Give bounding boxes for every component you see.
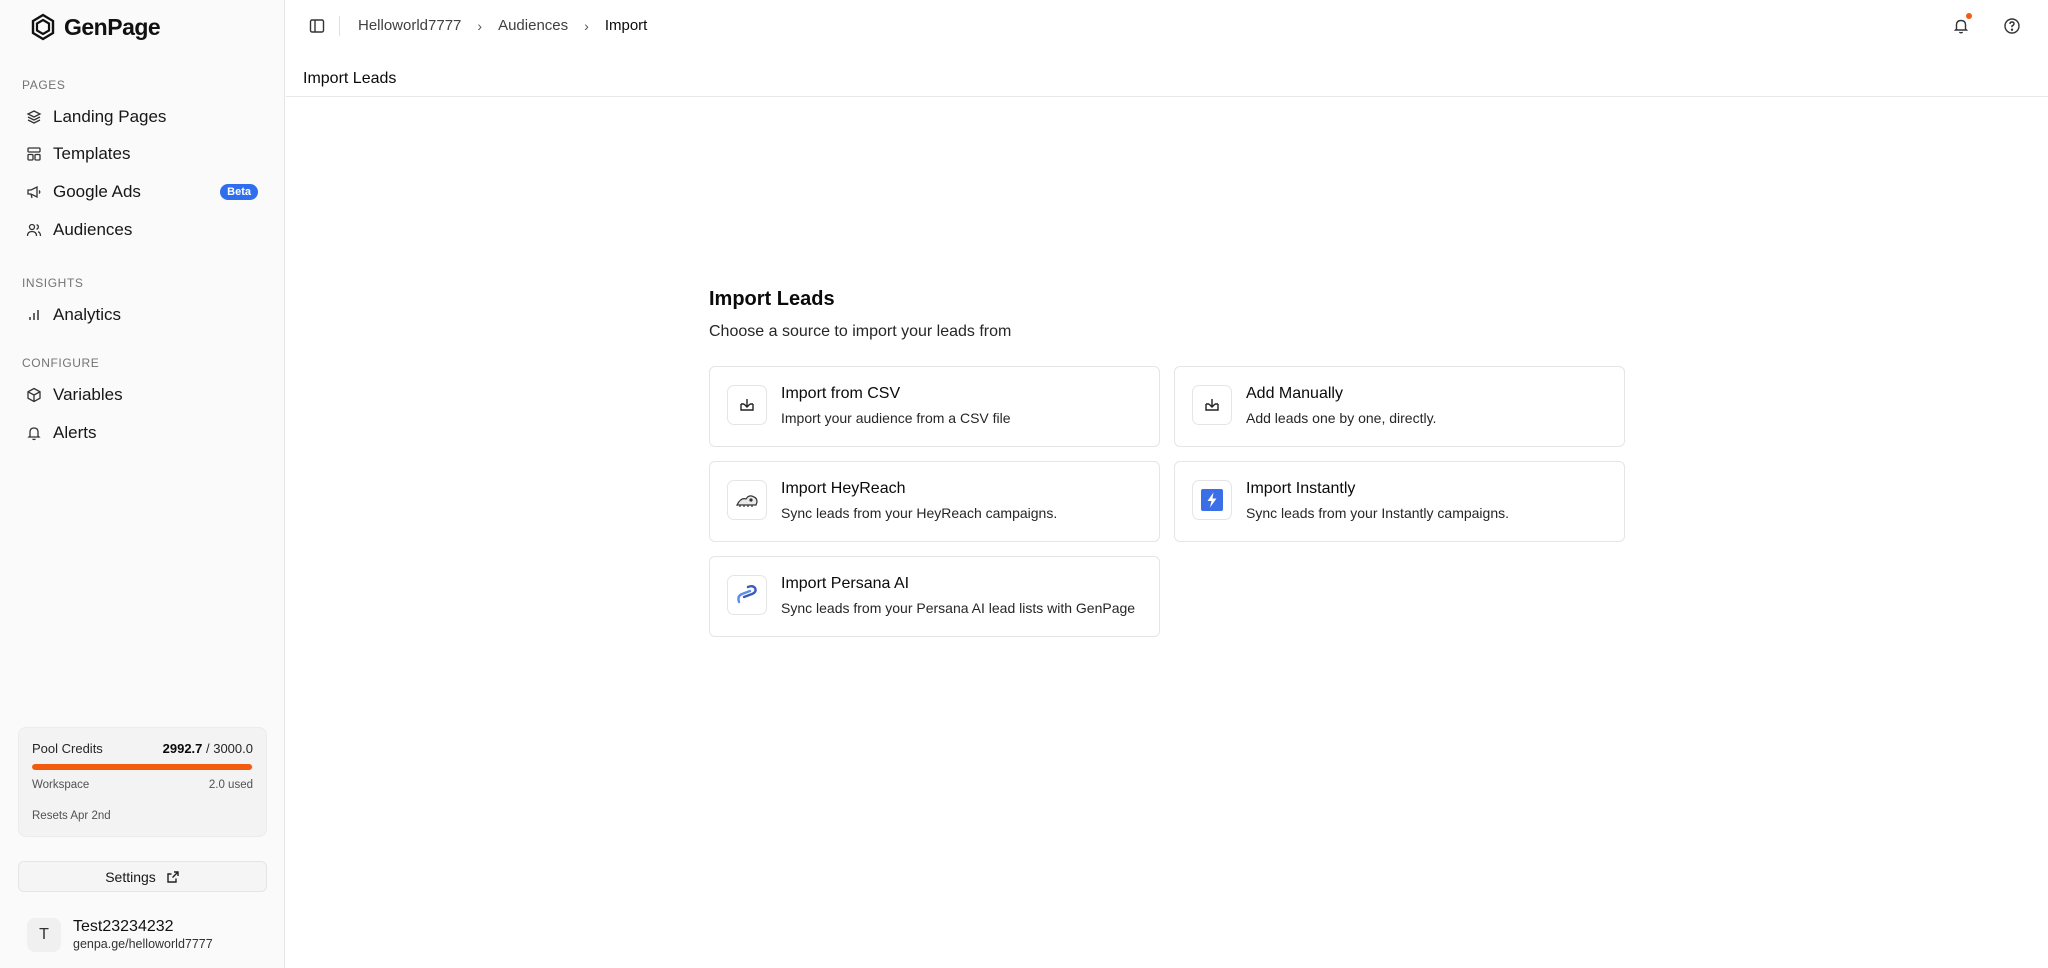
import-persana-card[interactable]: Import Persana AI Sync leads from your P… — [709, 556, 1160, 637]
workspace-used: 2.0 used — [208, 779, 253, 791]
settings-button[interactable]: Settings — [18, 861, 267, 892]
avatar: T — [27, 918, 61, 952]
sidebar-item-templates[interactable]: Templates — [14, 137, 272, 171]
top-bar: Helloworld7777 › Audiences › Import — [286, 0, 2048, 53]
sidebar-item-analytics[interactable]: Analytics — [14, 298, 272, 332]
page-header: Import Leads — [286, 53, 2048, 97]
section-heading: Import Leads — [709, 288, 835, 310]
section-label-pages: PAGES — [22, 78, 66, 92]
settings-button-label: Settings — [105, 868, 156, 885]
import-leads-panel: Import Leads Choose a source to import y… — [709, 288, 1625, 637]
app-logo[interactable]: GenPage — [28, 12, 161, 42]
card-title: Import from CSV — [781, 385, 901, 402]
card-description: Sync leads from your Persana AI lead lis… — [781, 600, 1136, 616]
sidebar-item-alerts[interactable]: Alerts — [14, 416, 272, 450]
sidebar-item-landing-pages[interactable]: Landing Pages — [14, 100, 272, 134]
user-name: Test23234232 — [73, 918, 174, 935]
app-name: GenPage — [64, 13, 161, 40]
pool-credits-value: 2992.7 / 3000.0 — [163, 741, 253, 756]
sidebar-item-label: Templates — [53, 144, 131, 163]
section-label-insights: INSIGHTS — [22, 276, 84, 290]
user-profile[interactable]: T Test23234232 genpa.ge/helloworld7777 — [27, 918, 213, 952]
credits-card: Pool Credits 2992.7 / 3000.0 Workspace 2… — [18, 727, 267, 837]
card-title: Add Manually — [1246, 385, 1343, 402]
toolbar-divider — [339, 16, 340, 36]
breadcrumb-audiences[interactable]: Audiences — [498, 17, 568, 34]
sidebar-item-audiences[interactable]: Audiences — [14, 213, 272, 247]
notifications-bell-icon[interactable] — [1952, 17, 1970, 35]
sidebar-item-google-ads[interactable]: Google Ads Beta — [14, 175, 272, 209]
bar-chart-icon — [26, 307, 42, 323]
card-description: Import your audience from a CSV file — [781, 410, 1011, 426]
card-title: Import Persana AI — [781, 575, 910, 592]
credits-progress-fill — [32, 764, 253, 770]
card-description: Add leads one by one, directly. — [1246, 410, 1437, 426]
section-subheading: Choose a source to import your leads fro… — [709, 323, 1012, 340]
download-tray-icon — [1192, 385, 1232, 425]
credits-reset-date: Resets Apr 2nd — [32, 810, 111, 822]
sidebar-item-label: Audiences — [53, 220, 133, 239]
chevron-right-icon: › — [584, 17, 589, 34]
card-title: Import HeyReach — [781, 480, 906, 497]
sidebar-item-variables[interactable]: Variables — [14, 378, 272, 412]
breadcrumb-import: Import — [604, 17, 648, 34]
add-manually-card[interactable]: Add Manually Add leads one by one, direc… — [1174, 366, 1625, 447]
card-title: Import Instantly — [1246, 480, 1356, 497]
breadcrumb: Helloworld7777 › Audiences › Import — [358, 17, 647, 34]
external-link-icon — [167, 870, 179, 883]
layers-icon — [26, 109, 42, 125]
breadcrumb-workspace[interactable]: Helloworld7777 — [358, 17, 461, 34]
bell-icon — [26, 425, 42, 441]
import-csv-card[interactable]: Import from CSV Import your audience fro… — [709, 366, 1160, 447]
import-heyreach-card[interactable]: Import HeyReach Sync leads from your Hey… — [709, 461, 1160, 542]
sidebar-item-label: Google Ads — [53, 182, 141, 201]
notification-dot — [1966, 13, 1972, 19]
card-description: Sync leads from your HeyReach campaigns. — [781, 505, 1058, 521]
page-title: Import Leads — [303, 70, 397, 87]
section-label-configure: CONFIGURE — [22, 356, 100, 370]
pool-credits-label: Pool Credits — [32, 741, 103, 756]
card-description: Sync leads from your Instantly campaigns… — [1246, 505, 1510, 521]
sidebar-item-label: Landing Pages — [53, 107, 167, 126]
beta-badge: Beta — [220, 184, 258, 200]
sidebar-toggle-icon[interactable] — [308, 17, 326, 35]
workspace-label: Workspace — [32, 779, 90, 791]
layout-icon — [26, 146, 42, 162]
credits-used: 2992.7 — [162, 741, 203, 756]
chevron-right-icon: › — [477, 17, 483, 34]
import-instantly-card[interactable]: Import Instantly Sync leads from your In… — [1174, 461, 1625, 542]
megaphone-icon — [26, 184, 42, 200]
credits-total: / 3000.0 — [202, 741, 253, 756]
download-tray-icon — [727, 385, 767, 425]
users-icon — [26, 222, 42, 238]
help-icon[interactable] — [2003, 17, 2021, 35]
sidebar: GenPage PAGES Landing Pages Templates Go… — [0, 0, 285, 968]
heyreach-logo-icon — [727, 480, 767, 520]
instantly-logo-icon — [1192, 480, 1232, 520]
genpage-logo-icon — [31, 13, 55, 41]
persana-logo-icon — [727, 575, 767, 615]
sidebar-item-label: Analytics — [53, 305, 122, 324]
sidebar-item-label: Variables — [53, 385, 123, 404]
sidebar-item-label: Alerts — [53, 423, 97, 442]
user-url: genpa.ge/helloworld7777 — [73, 937, 213, 951]
cube-icon — [26, 387, 42, 403]
credits-progress-bar — [32, 764, 253, 770]
